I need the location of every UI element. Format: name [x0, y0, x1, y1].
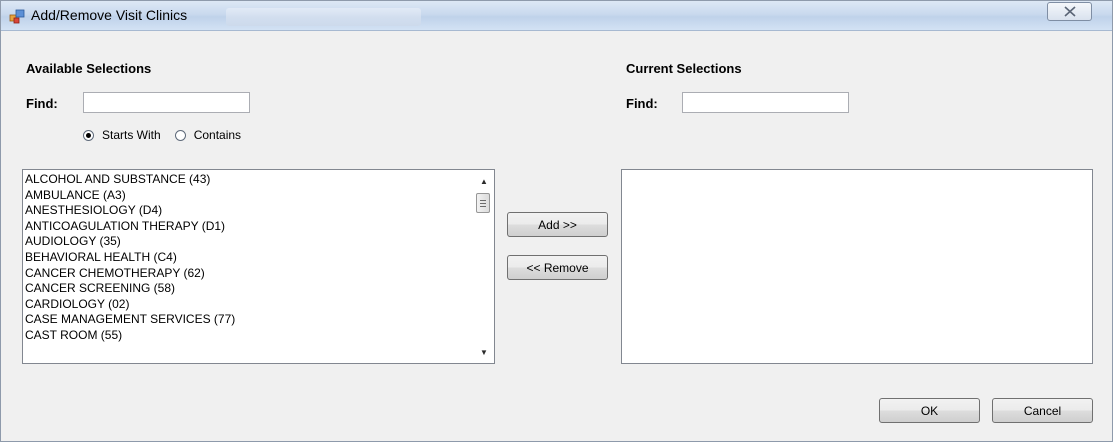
- add-remove-visit-clinics-dialog: Add/Remove Visit Clinics Available Selec…: [0, 0, 1113, 442]
- arrow-up-icon: ▲: [480, 177, 488, 186]
- vertical-scrollbar[interactable]: ▲ ▼: [474, 170, 494, 363]
- list-item[interactable]: CANCER CHEMOTHERAPY (62): [25, 266, 473, 282]
- available-items: ALCOHOL AND SUBSTANCE (43) AMBULANCE (A3…: [25, 172, 473, 344]
- app-icon: [9, 9, 25, 24]
- contains-radio[interactable]: Contains: [174, 128, 242, 142]
- current-find-input[interactable]: [682, 92, 849, 113]
- available-find-input[interactable]: [83, 92, 250, 113]
- available-selections-heading: Available Selections: [26, 61, 152, 76]
- list-item[interactable]: BEHAVIORAL HEALTH (C4): [25, 250, 473, 266]
- contains-label: Contains: [193, 128, 242, 142]
- radio-unchecked-indicator: [174, 129, 186, 141]
- list-item[interactable]: CANCER SCREENING (58): [25, 281, 473, 297]
- list-item[interactable]: ANESTHESIOLOGY (D4): [25, 203, 473, 219]
- ok-button[interactable]: OK: [879, 398, 980, 423]
- list-item[interactable]: ANTICOAGULATION THERAPY (D1): [25, 219, 473, 235]
- window-title: Add/Remove Visit Clinics: [31, 7, 188, 23]
- starts-with-radio[interactable]: Starts With: [83, 128, 161, 142]
- available-find-label: Find:: [26, 96, 58, 111]
- list-item[interactable]: CARDIOLOGY (02): [25, 297, 473, 313]
- list-item[interactable]: ALCOHOL AND SUBSTANCE (43): [25, 172, 473, 188]
- match-mode-radio-group: Starts With Contains: [83, 128, 255, 142]
- list-item[interactable]: CAST ROOM (55): [25, 328, 473, 344]
- list-item[interactable]: CASE MANAGEMENT SERVICES (77): [25, 312, 473, 328]
- remove-button[interactable]: << Remove: [507, 255, 608, 280]
- current-selections-heading: Current Selections: [626, 61, 742, 76]
- list-item[interactable]: AUDIOLOGY (35): [25, 234, 473, 250]
- list-item[interactable]: AMBULANCE (A3): [25, 188, 473, 204]
- scroll-down-button[interactable]: ▼: [474, 344, 494, 361]
- title-bar[interactable]: Add/Remove Visit Clinics: [1, 1, 1112, 31]
- scroll-up-button[interactable]: ▲: [474, 173, 494, 190]
- scroll-thumb[interactable]: [476, 193, 490, 213]
- starts-with-label: Starts With: [102, 128, 161, 142]
- close-icon: [1063, 6, 1076, 17]
- background-window-tab: [226, 8, 421, 26]
- available-selections-list[interactable]: ALCOHOL AND SUBSTANCE (43) AMBULANCE (A3…: [22, 169, 495, 364]
- cancel-button[interactable]: Cancel: [992, 398, 1093, 423]
- current-find-label: Find:: [626, 96, 658, 111]
- current-selections-list[interactable]: [621, 169, 1093, 364]
- radio-checked-indicator: [83, 129, 94, 141]
- close-button[interactable]: [1047, 2, 1092, 21]
- arrow-down-icon: ▼: [480, 348, 488, 357]
- add-button[interactable]: Add >>: [507, 212, 608, 237]
